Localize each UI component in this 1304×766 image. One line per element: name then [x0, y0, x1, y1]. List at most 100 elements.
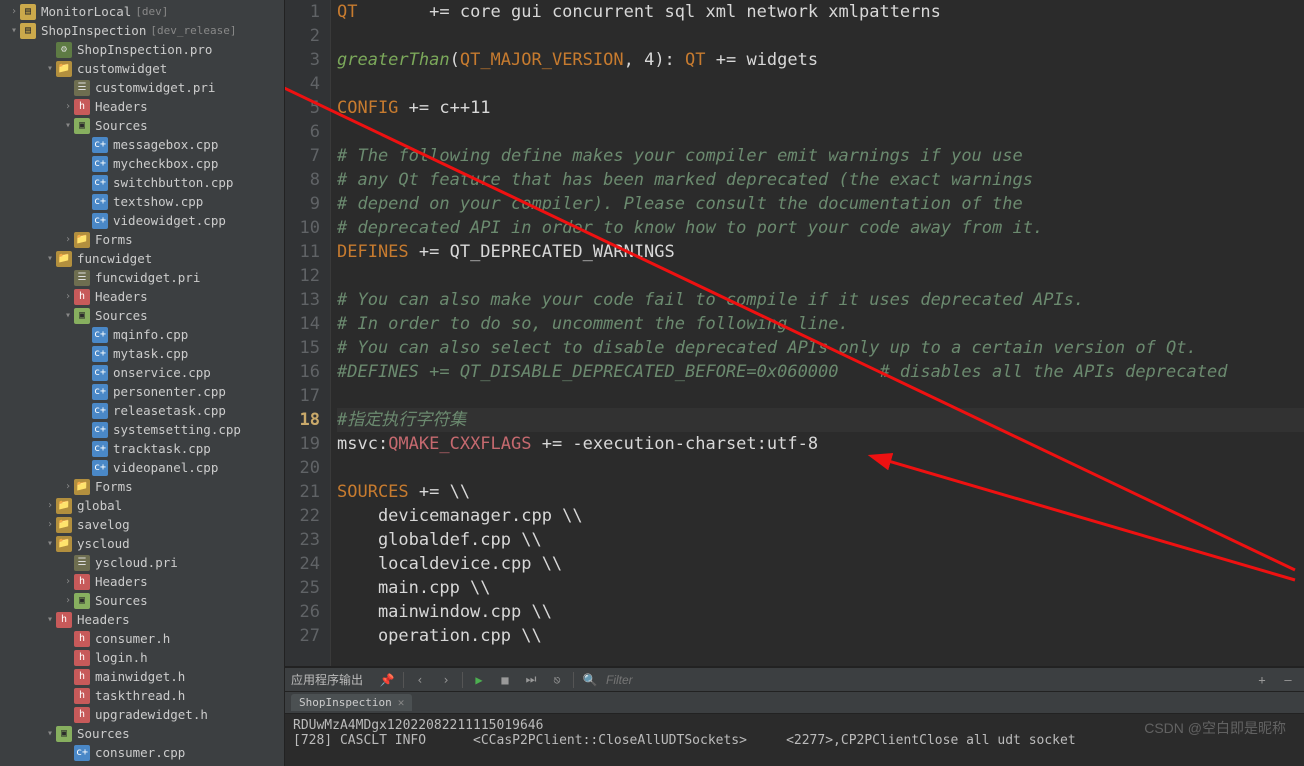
tree-item[interactable]: c+systemsetting.cpp	[0, 420, 284, 439]
chevron-icon[interactable]: ›	[62, 481, 74, 492]
tree-item[interactable]: ▾📁funcwidget	[0, 249, 284, 268]
tree-item[interactable]: ›📁Forms	[0, 477, 284, 496]
chevron-icon[interactable]: ›	[62, 291, 74, 302]
code-line[interactable]: localdevice.cpp \\	[337, 552, 1304, 576]
tree-item[interactable]: c+textshow.cpp	[0, 192, 284, 211]
step-button[interactable]: ⏭	[521, 671, 541, 689]
tree-item[interactable]: c+onservice.cpp	[0, 363, 284, 382]
chevron-icon[interactable]: ▾	[44, 63, 56, 74]
tree-item[interactable]: c+messagebox.cpp	[0, 135, 284, 154]
tree-item[interactable]: c+switchbutton.cpp	[0, 173, 284, 192]
tree-item[interactable]: hupgradewidget.h	[0, 705, 284, 724]
code-line[interactable]: # In order to do so, uncomment the follo…	[337, 312, 1304, 336]
stop-button[interactable]: ■	[495, 671, 515, 689]
code-line[interactable]: DEFINES += QT_DEPRECATED_WARNINGS	[337, 240, 1304, 264]
code-line[interactable]: #DEFINES += QT_DISABLE_DEPRECATED_BEFORE…	[337, 360, 1304, 384]
chevron-icon[interactable]: ▾	[44, 728, 56, 739]
tree-item[interactable]: c+tracktask.cpp	[0, 439, 284, 458]
code-line[interactable]: msvc:QMAKE_CXXFLAGS += -execution-charse…	[337, 432, 1304, 456]
tree-item[interactable]: ▾hHeaders	[0, 610, 284, 629]
tree-item[interactable]: ›hHeaders	[0, 287, 284, 306]
code-line[interactable]: QT += core gui concurrent sql xml networ…	[337, 0, 1304, 24]
code-line[interactable]: globaldef.cpp \\	[337, 528, 1304, 552]
attach-button[interactable]: ⎋	[547, 671, 567, 689]
code-lines[interactable]: QT += core gui concurrent sql xml networ…	[331, 0, 1304, 666]
tree-item[interactable]: hlogin.h	[0, 648, 284, 667]
tree-item[interactable]: c+releasetask.cpp	[0, 401, 284, 420]
project-root-shopinspection[interactable]: ▾▤ShopInspection[dev_release]	[0, 21, 284, 40]
project-root-monitorlocal[interactable]: ›▤MonitorLocal[dev]	[0, 2, 284, 21]
tree-item[interactable]: hconsumer.h	[0, 629, 284, 648]
tree-item[interactable]: ☰yscloud.pri	[0, 553, 284, 572]
tree-item[interactable]: ⚙ShopInspection.pro	[0, 40, 284, 59]
tree-item[interactable]: hmainwidget.h	[0, 667, 284, 686]
nav-forward-button[interactable]: ›	[436, 671, 456, 689]
add-button[interactable]: +	[1252, 671, 1272, 689]
code-line[interactable]: # any Qt feature that has been marked de…	[337, 168, 1304, 192]
code-line[interactable]: #指定执行字符集	[337, 408, 1304, 432]
tree-item[interactable]: c+videowidget.cpp	[0, 211, 284, 230]
code-line[interactable]: # deprecated API in order to know how to…	[337, 216, 1304, 240]
close-icon[interactable]: ✕	[398, 696, 405, 709]
tree-item[interactable]: ▾📁yscloud	[0, 534, 284, 553]
tree-item[interactable]: ›hHeaders	[0, 572, 284, 591]
run-button[interactable]: ▶	[469, 671, 489, 689]
tree-item[interactable]: ☰customwidget.pri	[0, 78, 284, 97]
tree-item[interactable]: ▾▣Sources	[0, 116, 284, 135]
tree-item[interactable]: ›📁Forms	[0, 230, 284, 249]
chevron-icon[interactable]: ▾	[44, 253, 56, 264]
code-line[interactable]: CONFIG += c++11	[337, 96, 1304, 120]
code-line[interactable]	[337, 72, 1304, 96]
chevron-icon[interactable]: ›	[44, 500, 56, 511]
chevron-icon[interactable]: ▾	[44, 538, 56, 549]
tree-item[interactable]: c+consumer.cpp	[0, 743, 284, 762]
code-line[interactable]: # You can also select to disable depreca…	[337, 336, 1304, 360]
output-pin-button[interactable]: 📌	[377, 671, 397, 689]
code-line[interactable]: greaterThan(QT_MAJOR_VERSION, 4): QT += …	[337, 48, 1304, 72]
chevron-icon[interactable]: ›	[62, 576, 74, 587]
tree-item[interactable]: c+mytask.cpp	[0, 344, 284, 363]
tree-item[interactable]: c+mqinfo.cpp	[0, 325, 284, 344]
code-line[interactable]	[337, 384, 1304, 408]
code-line[interactable]: # You can also make your code fail to co…	[337, 288, 1304, 312]
chevron-icon[interactable]: ▾	[8, 25, 20, 36]
code-line[interactable]	[337, 264, 1304, 288]
tree-item[interactable]: ›▣Sources	[0, 591, 284, 610]
chevron-icon[interactable]: ›	[8, 6, 20, 17]
code-line[interactable]: mainwindow.cpp \\	[337, 600, 1304, 624]
code-line[interactable]: main.cpp \\	[337, 576, 1304, 600]
chevron-icon[interactable]: ›	[62, 234, 74, 245]
project-tree[interactable]: ›▤MonitorLocal[dev]▾▤ShopInspection[dev_…	[0, 0, 285, 766]
filter-input[interactable]	[606, 673, 726, 687]
code-line[interactable]	[337, 456, 1304, 480]
chevron-icon[interactable]: ▾	[44, 614, 56, 625]
code-editor[interactable]: 1234567891011121314151617181920212223242…	[285, 0, 1304, 666]
chevron-icon[interactable]: ›	[62, 595, 74, 606]
search-icon[interactable]: 🔍	[580, 671, 600, 689]
code-line[interactable]: # The following define makes your compil…	[337, 144, 1304, 168]
nav-back-button[interactable]: ‹	[410, 671, 430, 689]
code-line[interactable]: SOURCES += \\	[337, 480, 1304, 504]
tree-item[interactable]: ☰funcwidget.pri	[0, 268, 284, 287]
code-line[interactable]	[337, 24, 1304, 48]
tree-item[interactable]: ▾▣Sources	[0, 306, 284, 325]
tree-item[interactable]: c+mycheckbox.cpp	[0, 154, 284, 173]
chevron-icon[interactable]: ›	[44, 519, 56, 530]
code-line[interactable]	[337, 120, 1304, 144]
chevron-icon[interactable]: ›	[62, 101, 74, 112]
code-line[interactable]: operation.cpp \\	[337, 624, 1304, 648]
tree-item[interactable]: ›📁savelog	[0, 515, 284, 534]
code-line[interactable]: devicemanager.cpp \\	[337, 504, 1304, 528]
tree-item[interactable]: ›hHeaders	[0, 97, 284, 116]
code-line[interactable]: # depend on your compiler). Please consu…	[337, 192, 1304, 216]
tree-item[interactable]: ▾▣Sources	[0, 724, 284, 743]
chevron-icon[interactable]: ▾	[62, 310, 74, 321]
tree-item[interactable]: c+videopanel.cpp	[0, 458, 284, 477]
tree-item[interactable]: c+personenter.cpp	[0, 382, 284, 401]
minimize-button[interactable]: —	[1278, 671, 1298, 689]
tree-item[interactable]: htaskthread.h	[0, 686, 284, 705]
output-tab-shopinspection[interactable]: ShopInspection ✕	[291, 694, 412, 711]
chevron-icon[interactable]: ▾	[62, 120, 74, 131]
tree-item[interactable]: ▾📁customwidget	[0, 59, 284, 78]
tree-item[interactable]: ›📁global	[0, 496, 284, 515]
